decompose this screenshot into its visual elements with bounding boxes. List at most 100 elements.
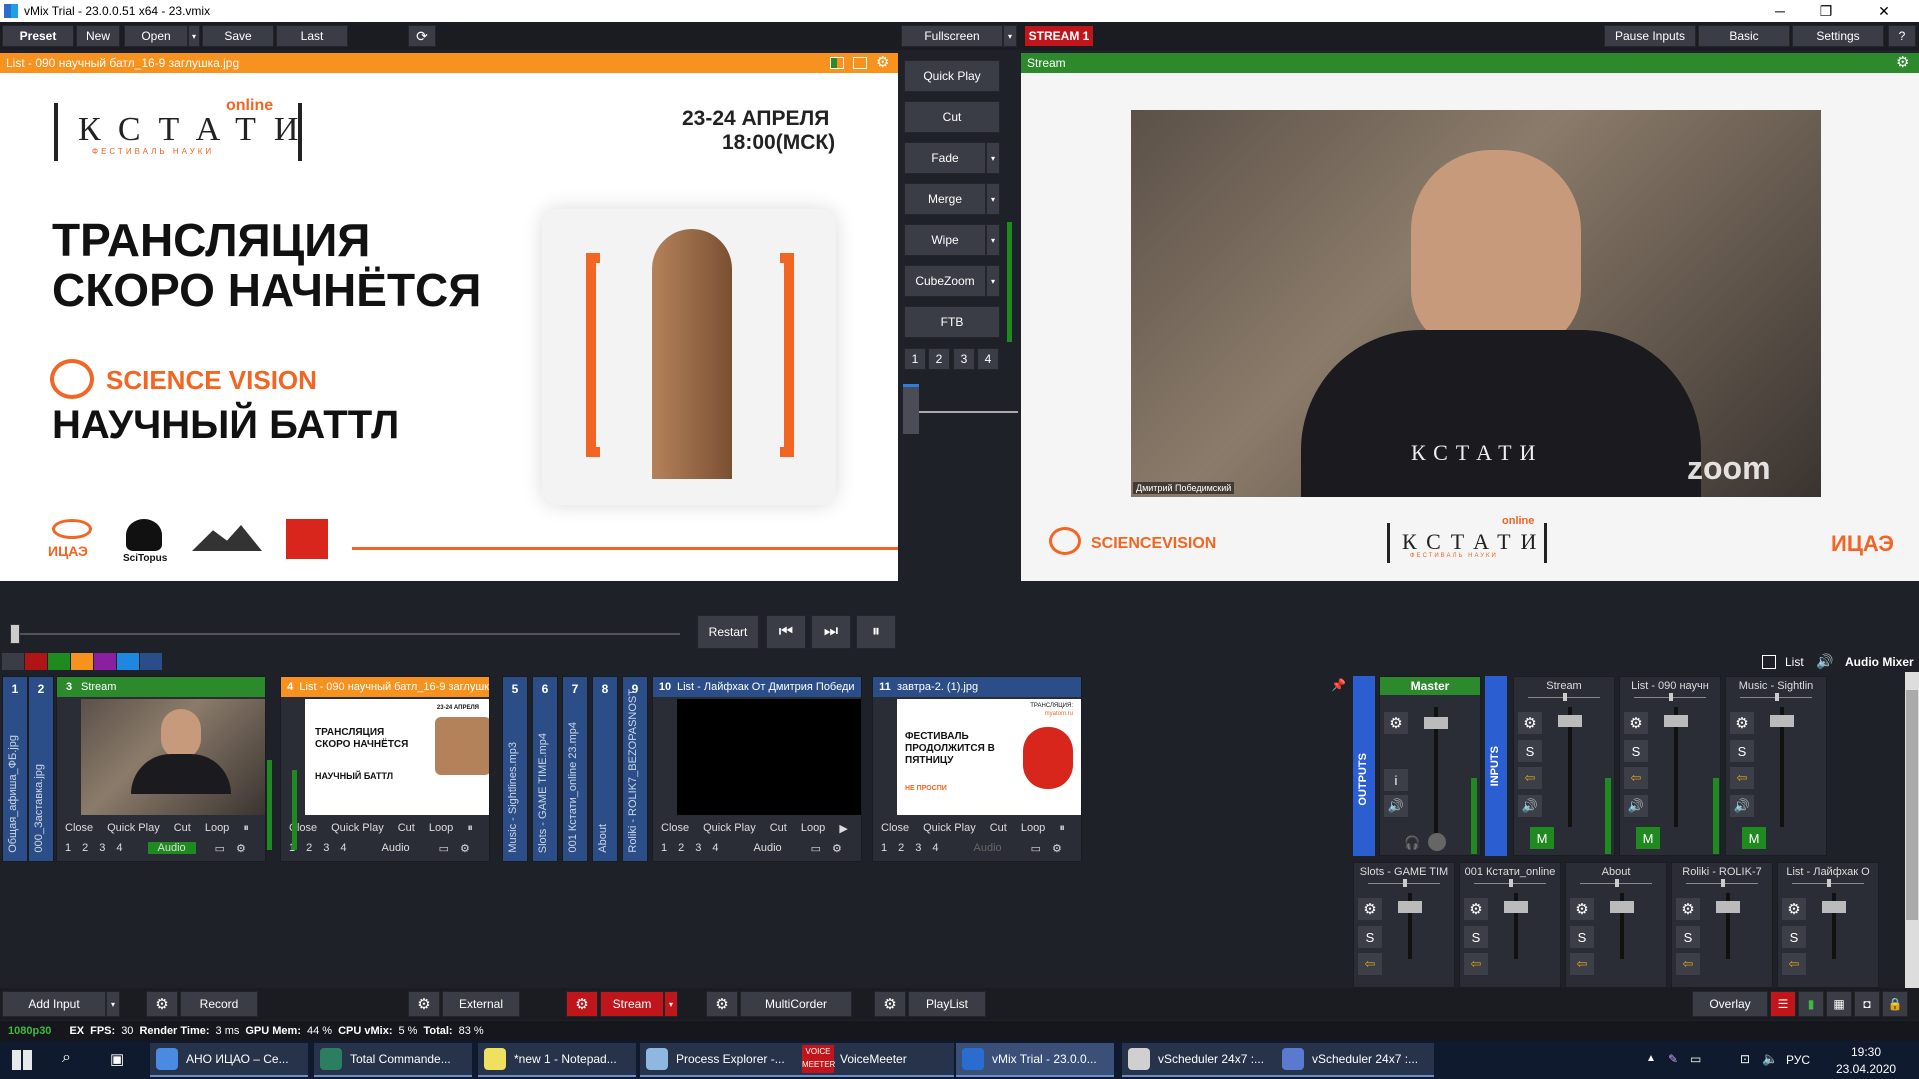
record-gear-icon[interactable]: ⚙ (146, 991, 178, 1017)
settings-button[interactable]: Settings (1792, 25, 1884, 47)
channel-gear-icon[interactable]: ⚙ (1624, 712, 1648, 734)
color-swatch[interactable] (71, 653, 93, 670)
previous-icon[interactable]: ⏮ (766, 615, 806, 649)
input-collapsed[interactable]: 5 Music - Sightlines.mp3 (502, 676, 528, 862)
overlay-4-button[interactable]: 4 (932, 842, 938, 854)
channel-pan-handle[interactable] (1775, 693, 1779, 701)
t-bar-track[interactable] (904, 411, 1018, 413)
input-monitor-icon[interactable]: ▭ (439, 842, 449, 855)
overlay-3-button[interactable]: 3 (323, 842, 329, 854)
overlay-1-button[interactable]: 1 (661, 842, 667, 854)
overlay-3-button[interactable]: 3 (99, 842, 105, 854)
input-loop-button[interactable]: Loop (205, 822, 229, 834)
channel-gear-icon[interactable]: ⚙ (1358, 898, 1382, 920)
transition-1-button[interactable]: 1 (904, 348, 926, 370)
input-collapsed[interactable]: 1 Общая_афиша_ФБ.jpg (2, 676, 28, 862)
master-fader-handle[interactable] (1424, 717, 1448, 729)
headphones-icon[interactable]: 🎧 (1404, 835, 1420, 851)
channel-fader-handle[interactable] (1716, 901, 1740, 913)
input-preview[interactable]: ТРАНСЛЯЦИЯ: myatom.ru ФЕСТИВАЛЬ ПРОДОЛЖИТС… (897, 699, 1081, 815)
color-swatch[interactable] (2, 653, 24, 670)
overlay-2-button[interactable]: 2 (82, 842, 88, 854)
new-button[interactable]: New (76, 25, 120, 47)
input-monitor-icon[interactable]: ▭ (1031, 842, 1041, 855)
speaker-icon[interactable]: 🔊 (1816, 653, 1833, 670)
tray-battery-icon[interactable]: ▭ (1690, 1052, 1701, 1066)
input-audio-button[interactable]: Audio (147, 842, 196, 854)
cubezoom-dropdown-icon[interactable]: ▾ (986, 265, 1000, 297)
input-card[interactable]: 3 Stream Close Quick Play Cut Loop ⏸ 1 2 3 4 Audio ▭… (56, 676, 266, 862)
channel-bus-arrow-icon[interactable]: ⇦ (1570, 953, 1594, 975)
input-collapsed[interactable]: 7 001 Кстати_online 23.mp4 (562, 676, 588, 862)
input-audio-button[interactable]: Audio (372, 842, 420, 854)
input-audio-button[interactable]: Audio (964, 842, 1012, 854)
channel-gear-icon[interactable]: ⚙ (1676, 898, 1700, 920)
playlist-button[interactable]: PlayList (908, 991, 986, 1017)
input-collapsed[interactable]: 6 Slots - GAME TIME.mp4 (532, 676, 558, 862)
channel-solo-button[interactable]: S (1518, 740, 1542, 762)
channel-gear-icon[interactable]: ⚙ (1518, 712, 1542, 734)
overlay-3-button[interactable]: 3 (915, 842, 921, 854)
input-pause-icon[interactable]: ▶ (839, 822, 847, 835)
overlay-2-button[interactable]: 2 (306, 842, 312, 854)
task-view-icon[interactable]: ▣ (110, 1050, 124, 1068)
channel-solo-button[interactable]: S (1464, 926, 1488, 948)
channel-mute-button[interactable]: M (1742, 827, 1766, 849)
menu-icon[interactable]: ☰ (1770, 991, 1796, 1017)
tray-date[interactable]: 23.04.2020 (1836, 1062, 1896, 1076)
taskbar-app[interactable]: Process Explorer -... (640, 1043, 798, 1077)
tray-chevron-icon[interactable]: ▲ (1646, 1053, 1656, 1064)
basic-button[interactable]: Basic (1698, 25, 1790, 47)
input-cut-button[interactable]: Cut (990, 822, 1007, 834)
channel-pan-handle[interactable] (1563, 693, 1567, 701)
input-cut-button[interactable]: Cut (398, 822, 415, 834)
master-info-button[interactable]: i (1384, 769, 1408, 791)
channel-mute-button[interactable]: M (1636, 827, 1660, 849)
taskbar-app[interactable]: VOICE MEETER VoiceMeeter (796, 1043, 954, 1077)
channel-fader-handle[interactable] (1504, 901, 1528, 913)
tray-time[interactable]: 19:30 (1836, 1045, 1896, 1059)
refresh-icon[interactable]: ⟳ (408, 25, 436, 47)
fullscreen-dropdown-icon[interactable]: ▾ (1003, 25, 1017, 47)
fullscreen-button[interactable]: Fullscreen (901, 25, 1003, 47)
preview-color-icon[interactable] (830, 57, 844, 69)
taskbar-app[interactable]: vScheduler 24x7 :... (1122, 1043, 1280, 1077)
overlay-4-button[interactable]: 4 (116, 842, 122, 854)
input-monitor-icon[interactable]: ▭ (811, 842, 821, 855)
overlay-3-button[interactable]: 3 (695, 842, 701, 854)
channel-pan-handle[interactable] (1615, 879, 1619, 887)
tray-pen-icon[interactable]: ✎ (1668, 1052, 1678, 1066)
restart-button[interactable]: Restart (697, 615, 759, 649)
input-card[interactable]: 4 List - 090 научный батл_16-9 заглушк 23-… (280, 676, 490, 862)
pin-icon[interactable]: 📌 (1331, 678, 1346, 692)
fade-dropdown-icon[interactable]: ▾ (986, 142, 1000, 174)
input-quick-play-button[interactable]: Quick Play (107, 822, 160, 834)
transition-3-button[interactable]: 3 (953, 348, 975, 370)
input-monitor-icon[interactable]: ▭ (215, 842, 225, 855)
merge-dropdown-icon[interactable]: ▾ (986, 183, 1000, 215)
input-preview[interactable] (81, 699, 265, 815)
list-icon[interactable] (1762, 655, 1776, 669)
multiview-icon[interactable]: ▦ (1826, 991, 1852, 1017)
overlay-button[interactable]: Overlay (1692, 991, 1768, 1017)
fade-button[interactable]: Fade (904, 142, 986, 174)
overlay-1-button[interactable]: 1 (65, 842, 71, 854)
channel-pan-handle[interactable] (1509, 879, 1513, 887)
overlay-4-button[interactable]: 4 (340, 842, 346, 854)
channel-solo-button[interactable]: S (1358, 926, 1382, 948)
cubezoom-button[interactable]: CubeZoom (904, 265, 986, 297)
overlay-1-button[interactable]: 1 (881, 842, 887, 854)
taskbar-app[interactable]: Total Commande... (314, 1043, 472, 1077)
save-button[interactable]: Save (202, 25, 274, 47)
list-label[interactable]: List (1785, 655, 1804, 669)
input-quick-play-button[interactable]: Quick Play (923, 822, 976, 834)
quick-play-button[interactable]: Quick Play (904, 60, 1000, 92)
help-button[interactable]: ? (1888, 25, 1916, 47)
channel-pan-handle[interactable] (1827, 879, 1831, 887)
wipe-dropdown-icon[interactable]: ▾ (986, 224, 1000, 256)
levels-icon[interactable]: ▮ (1798, 991, 1824, 1017)
color-swatch[interactable] (48, 653, 70, 670)
transition-4-button[interactable]: 4 (977, 348, 999, 370)
input-gear-icon[interactable]: ⚙ (460, 842, 470, 855)
input-close-button[interactable]: Close (881, 822, 909, 834)
